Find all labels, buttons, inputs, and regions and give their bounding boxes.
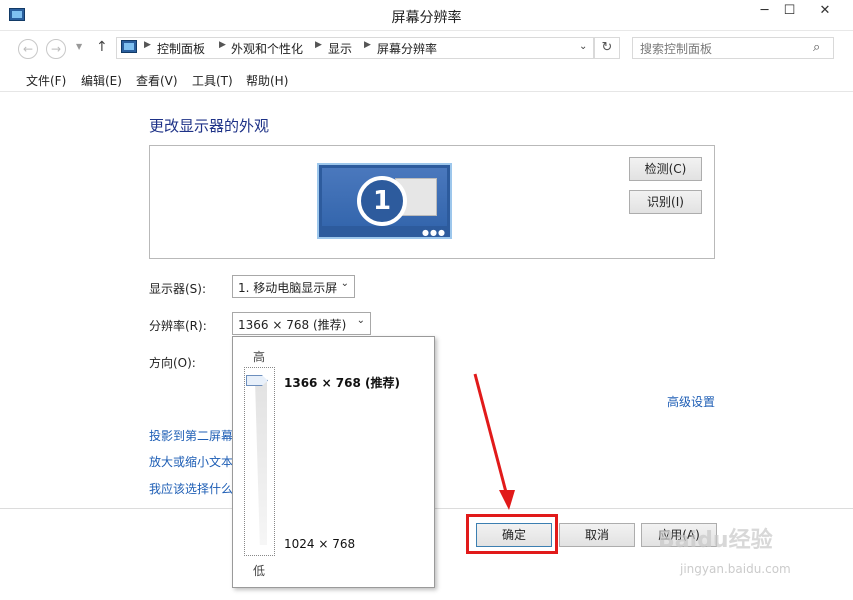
detect-button[interactable]: 检测(C) xyxy=(629,157,702,181)
orientation-label: 方向(O): xyxy=(149,356,196,370)
menu-edit[interactable]: 编辑(E) xyxy=(81,72,122,89)
slider-low-label: 低 xyxy=(253,564,266,578)
breadcrumb-display[interactable]: 显示 xyxy=(328,40,352,57)
resolution-select[interactable]: 1366 × 768 (推荐) ⌄ xyxy=(232,312,371,335)
up-icon[interactable]: ↑ xyxy=(96,39,108,55)
menu-bar xyxy=(0,66,853,92)
resolution-label: 分辨率(R): xyxy=(149,319,207,333)
search-placeholder: 搜索控制面板 xyxy=(640,42,713,56)
chevron-down-icon: ⌄ xyxy=(340,278,349,289)
advanced-settings-link[interactable]: 高级设置 xyxy=(667,393,715,410)
maximize-button[interactable]: ☐ xyxy=(777,0,802,22)
breadcrumb-control-panel[interactable]: 控制面板 xyxy=(157,40,205,57)
chevron-right-icon: ▶ xyxy=(315,40,322,50)
identify-button[interactable]: 识别(I) xyxy=(629,190,702,214)
menu-help[interactable]: 帮助(H) xyxy=(246,72,288,89)
help-choose-link[interactable]: 我应该选择什么 xyxy=(149,480,233,497)
page-title: 更改显示器的外观 xyxy=(149,117,270,135)
refresh-icon[interactable]: ↻ xyxy=(594,37,620,59)
monitor-number-badge: 1 xyxy=(357,176,407,226)
address-control-panel-icon xyxy=(121,40,137,53)
annotation-arrow-icon xyxy=(473,373,515,510)
breadcrumb-screen-resolution[interactable]: 屏幕分辨率 xyxy=(377,40,437,57)
menu-view[interactable]: 查看(V) xyxy=(136,72,178,89)
breadcrumb-appearance[interactable]: 外观和个性化 xyxy=(231,40,303,57)
chevron-down-icon: ⌄ xyxy=(356,315,365,326)
resolution-option-min[interactable]: 1024 × 768 xyxy=(284,537,355,551)
search-icon[interactable]: ⌕ xyxy=(813,40,820,55)
baidu-watermark-url: jingyan.baidu.com xyxy=(680,562,791,576)
menu-file[interactable]: 文件(F) xyxy=(26,72,66,89)
resolution-option-max[interactable]: 1366 × 768 (推荐) xyxy=(284,374,400,391)
annotation-highlight-box xyxy=(466,514,558,554)
project-second-screen-link[interactable]: 投影到第二屏幕 xyxy=(149,427,233,444)
slider-high-label: 高 xyxy=(253,350,266,364)
display-select-value: 1. 移动电脑显示屏 xyxy=(238,281,338,295)
display-label: 显示器(S): xyxy=(149,282,207,296)
monitor-dots-graphic: ●●● xyxy=(422,228,446,237)
window-title: 屏幕分辨率 xyxy=(391,10,462,26)
chevron-right-icon: ▶ xyxy=(364,40,371,50)
address-dropdown-icon[interactable]: ⌄ xyxy=(579,41,587,52)
display-select[interactable]: 1. 移动电脑显示屏 ⌄ xyxy=(232,275,355,298)
back-icon[interactable]: ← xyxy=(18,39,38,59)
minimize-button[interactable]: ─ xyxy=(752,0,777,22)
cancel-button[interactable]: 取消 xyxy=(559,523,635,547)
forward-icon[interactable]: → xyxy=(46,39,66,59)
chevron-right-icon: ▶ xyxy=(219,40,226,50)
close-button[interactable]: ✕ xyxy=(802,0,848,22)
recent-pages-icon[interactable]: ▼ xyxy=(76,42,82,51)
text-size-link[interactable]: 放大或缩小文本 xyxy=(149,453,233,470)
chevron-right-icon: ▶ xyxy=(144,40,151,50)
menu-tools[interactable]: 工具(T) xyxy=(192,72,233,89)
resolution-select-value: 1366 × 768 (推荐) xyxy=(238,318,347,332)
baidu-watermark-logo: Baidu经验 xyxy=(658,528,773,553)
